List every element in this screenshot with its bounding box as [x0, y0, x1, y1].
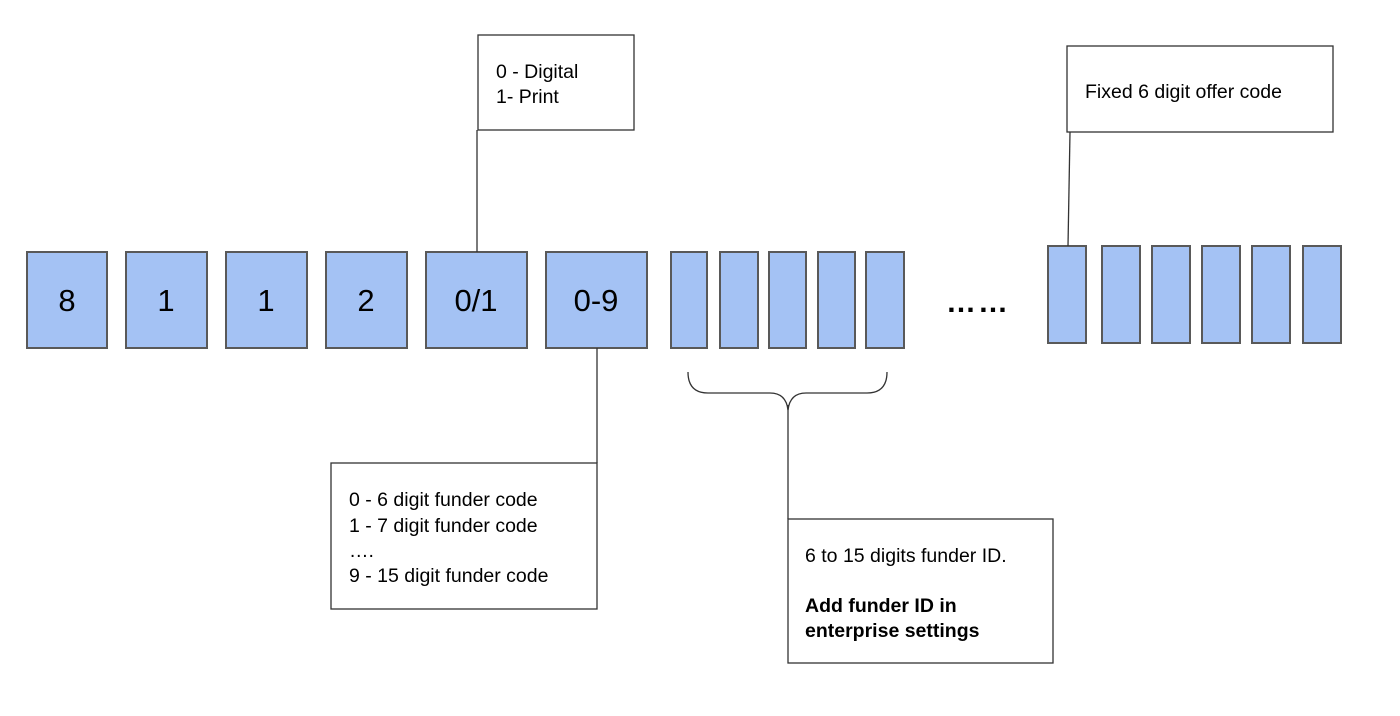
offer-cell	[1047, 245, 1087, 344]
funder-id-cells	[670, 251, 905, 349]
funder-cell	[768, 251, 807, 349]
callout-text: 6 to 15 digits funder ID.	[805, 545, 1007, 567]
callout-text: 1 - 7 digit funder code	[349, 515, 538, 537]
callout-text: 1- Print	[496, 86, 559, 108]
callout-bold-text: enterprise settings	[805, 620, 980, 642]
digit-label: 8	[58, 283, 75, 318]
offer-cell	[1151, 245, 1191, 344]
curly-brace	[687, 371, 888, 411]
funder-cell	[670, 251, 708, 349]
funder-cell	[719, 251, 759, 349]
digit-label: 2	[357, 283, 374, 318]
funder-cell	[865, 251, 905, 349]
callout-bold-text: Add funder ID in	[805, 595, 957, 617]
fixed-digit-cells: 8 1 1 2 0/1 0-9	[26, 251, 648, 349]
code-structure-diagram: 8 1 1 2 0/1 0-9 …… 0 - Digital 1- Print …	[26, 34, 1342, 664]
digit-label: 1	[257, 283, 274, 318]
callout-text: 0 - 6 digit funder code	[349, 489, 538, 511]
offer-cell	[1101, 245, 1141, 344]
offer-cell	[1302, 245, 1342, 344]
ellipsis: ……	[946, 286, 1010, 319]
callout-text: ….	[349, 540, 374, 562]
offer-code-cells	[1047, 245, 1342, 344]
digit-label: 0/1	[454, 283, 497, 318]
callout-text: 9 - 15 digit funder code	[349, 565, 548, 587]
offer-cell	[1201, 245, 1241, 344]
connector-line	[1067, 131, 1071, 247]
digit-label: 1	[157, 283, 174, 318]
offer-cell	[1251, 245, 1291, 344]
callout-text: Fixed 6 digit offer code	[1085, 81, 1282, 103]
funder-cell	[817, 251, 856, 349]
callout-text: 0 - Digital	[496, 61, 578, 83]
digit-label: 0-9	[574, 283, 619, 318]
